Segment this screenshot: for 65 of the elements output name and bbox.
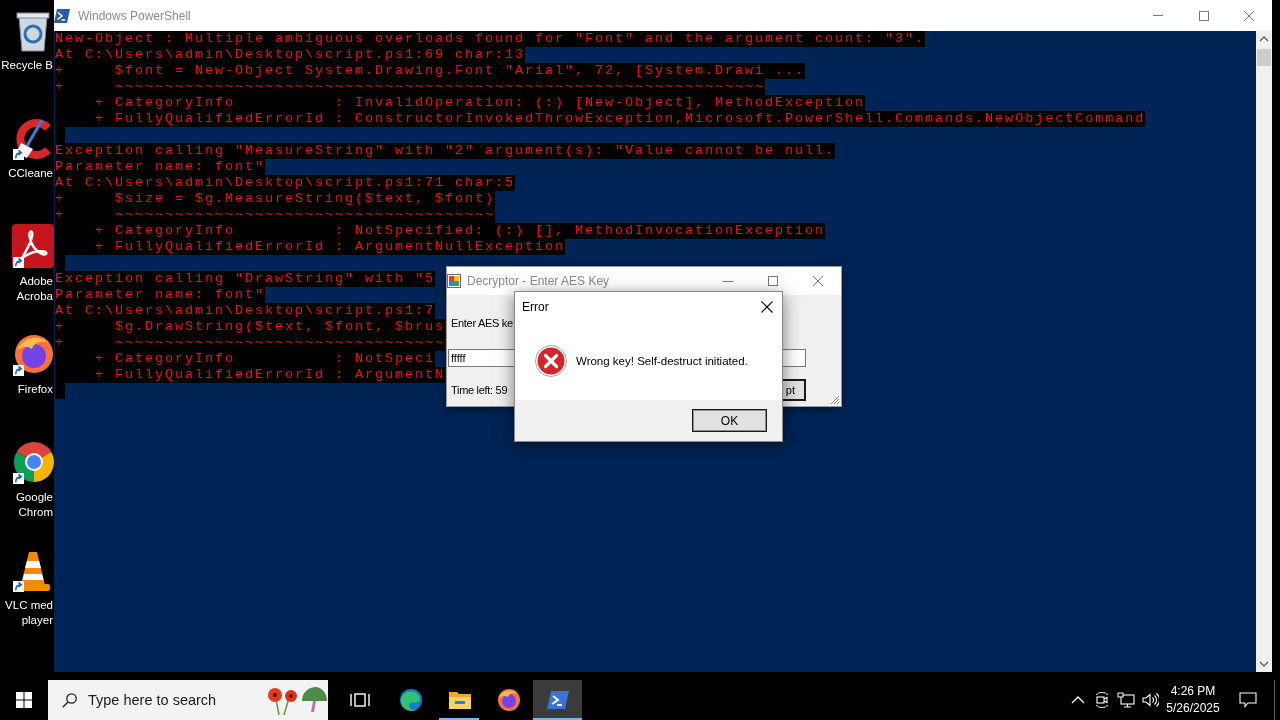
error-text: + ~~~~~~~~~~~~~~~~~~~~~~~~~~~~~~~~~~~~~~~~~~~~~~~~~~~~~~~~~~~~~~~~~: [55, 79, 766, 95]
error-text: + ~~~~~~~~~~~~~~~~~~~~~~~~~~~~~~~~~: [55, 335, 446, 351]
close-icon: [1244, 10, 1254, 21]
error-text: + $size = $g.MeasureString($text, $font): [55, 191, 496, 207]
fox-globe-icon[interactable]: [12, 332, 54, 376]
desktop-icon-label[interactable]: Recycle B: [0, 58, 54, 73]
maximize-icon: [767, 276, 778, 286]
task-view-icon: [350, 691, 370, 709]
terminal-icon: [545, 689, 570, 711]
error-text: + CategoryInfo : NotSpeci: [55, 351, 436, 367]
error-text: Parameter name: font": [55, 159, 266, 175]
error-text: At C:\Users\admin\Desktop\script.ps1:71 char:5: [55, 175, 516, 191]
close-icon: [761, 301, 773, 313]
helmet-icon: [300, 685, 328, 715]
window-title: Error: [522, 300, 549, 314]
resize-grip-icon[interactable]: [830, 395, 840, 405]
speaker-icon[interactable]: [1141, 692, 1159, 708]
desktop-icon-label[interactable]: Firefox: [0, 382, 54, 397]
highlight-block: [55, 383, 65, 399]
scrollbar-thumb[interactable]: [1257, 49, 1271, 66]
error-text: Parameter name: font": [55, 287, 266, 303]
error-text: Exception calling "MeasureString" with "2" argument(s): "Value cannot be null.: [55, 143, 836, 159]
error-text: At C:\Users\admin\Desktop\script.ps1:7: [55, 303, 436, 319]
error-text: + $g.DrawString($text, $font, $brus: [55, 319, 446, 335]
search-field[interactable]: Type here to search: [88, 692, 264, 708]
clock-date[interactable]: 5/26/2025: [1166, 700, 1220, 717]
four-squares-icon: [16, 692, 32, 708]
ok-button[interactable]: OK: [692, 409, 767, 432]
monitor-icon[interactable]: [1117, 692, 1135, 708]
timer-text: Time left: 59: [451, 384, 508, 396]
field-label: Enter AES ke: [451, 316, 514, 330]
camera-icon[interactable]: [1094, 692, 1110, 708]
clock-time[interactable]: 4:26 PM: [1170, 683, 1216, 700]
fox-globe-icon: [496, 688, 521, 712]
error-text: + FullyQualifiedErrorId : ConstructorInvokedThrowException,Microsoft.PowerShell.Commands.NewObjectCommand: [55, 111, 1146, 127]
error-text: Exception calling "DrawString" with "5: [55, 271, 436, 287]
maximize-icon: [1198, 10, 1209, 21]
error-text: + $font = New-Object System.Drawing.Font "Arial", 72, [System.Drawi ...: [55, 63, 806, 79]
tricolor-circle-icon[interactable]: [12, 440, 54, 484]
minimize-icon: [1153, 15, 1163, 16]
error-text: New-Object : Multiple ambiguous overloads found for "Font" and the argument count: "3".: [55, 31, 926, 47]
minimize-icon: [722, 280, 733, 282]
window-title: Decryptor - Enter AES Key: [467, 274, 610, 288]
error-text: + ~~~~~~~~~~~~~~~~~~~~~~~~~~~~~~~~~~~~~~: [55, 207, 496, 223]
window-title: Windows PowerShell: [78, 8, 191, 23]
wave-logo-icon: [398, 688, 423, 712]
error-text: + CategoryInfo : InvalidOperation: (:) [New-Object], MethodException: [55, 95, 866, 111]
error-text: + CategoryInfo : NotSpecified: (:) [], MethodInvocationException: [55, 223, 826, 239]
error-text: + FullyQualifiedErrorId : ArgumentN: [55, 367, 446, 383]
error-text: + FullyQualifiedErrorId : ArgumentNullException: [55, 239, 566, 255]
pdf-logo-icon[interactable]: [12, 224, 54, 268]
error-message: Wrong key! Self-destruct initiated.: [576, 355, 748, 367]
error-icon: [535, 345, 567, 377]
error-text: At C:\Users\admin\Desktop\script.ps1:69 char:13: [55, 47, 526, 63]
scrollbar[interactable]: [1256, 31, 1272, 672]
folder-icon: [447, 690, 472, 710]
chevron-up-icon[interactable]: [1071, 696, 1085, 704]
desktop-icon-label[interactable]: CCleane: [0, 166, 54, 181]
search-box[interactable]: Type here to search: [48, 680, 328, 720]
speech-bubble-icon: [1239, 692, 1257, 708]
close-icon: [813, 276, 823, 286]
desktop-icon-label[interactable]: Google Chrom: [0, 490, 54, 520]
desktop-icon-label[interactable]: Adobe Acroba: [0, 274, 54, 304]
search-icon[interactable]: [62, 692, 77, 708]
desktop-icon-label[interactable]: VLC med player: [0, 598, 54, 628]
